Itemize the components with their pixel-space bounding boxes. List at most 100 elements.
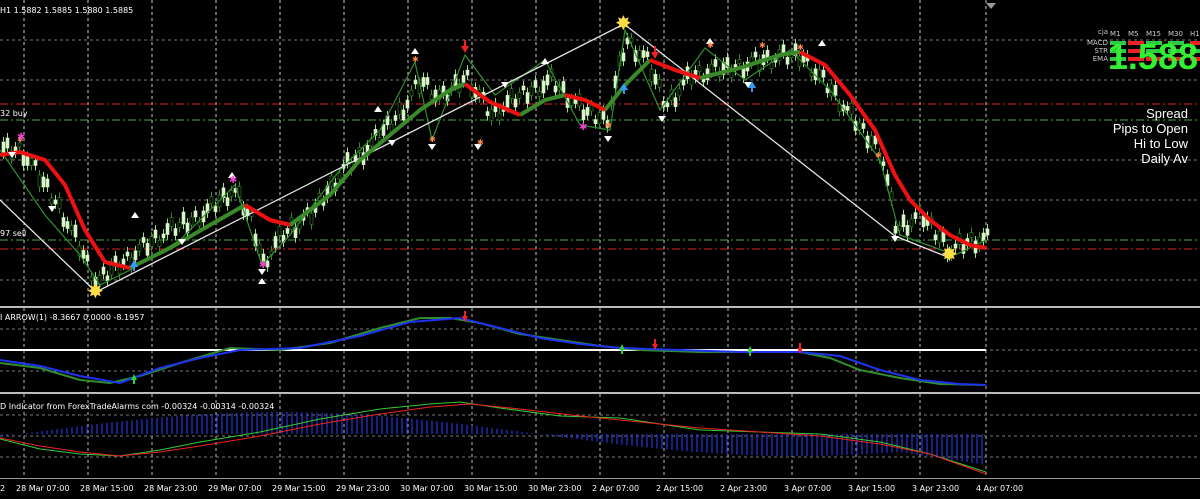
time-axis-label: 3 Apr 15:00 xyxy=(848,484,896,493)
time-axis-label: 29 Mar 23:00 xyxy=(336,484,390,493)
signal-arrow-icon xyxy=(658,116,666,122)
oscillator-blue-line xyxy=(0,316,987,386)
current-price: 1.588 xyxy=(1107,36,1198,77)
candle xyxy=(525,92,530,104)
candle xyxy=(37,174,42,188)
time-axis-label: 30 Mar 15:00 xyxy=(464,484,518,493)
candle xyxy=(913,212,918,219)
candle xyxy=(225,197,230,206)
candle xyxy=(597,112,602,124)
star-marker-icon: ✱ xyxy=(605,121,612,130)
signal-arrow-icon xyxy=(541,58,549,64)
candle xyxy=(85,254,90,262)
candle xyxy=(489,109,494,121)
candle xyxy=(29,158,34,166)
pivot-marker-icon: ✱ xyxy=(259,260,267,271)
candle xyxy=(753,51,758,58)
signal-arrow-icon xyxy=(428,144,436,150)
ema-down-segment xyxy=(649,58,701,80)
candle xyxy=(25,156,30,166)
time-axis-label: 28 Mar 15:00 xyxy=(80,484,134,493)
signal-arrow-icon xyxy=(411,48,419,54)
candle xyxy=(561,81,566,93)
candle xyxy=(309,213,314,225)
candle xyxy=(905,225,910,236)
sell-arrow-icon xyxy=(654,46,656,52)
candle xyxy=(21,154,26,166)
pivot-marker-icon: ✱ xyxy=(579,122,587,133)
signal-arrow-icon xyxy=(374,106,382,112)
daily-average-label: Daily Av xyxy=(1141,151,1188,166)
arrow-indicator-pane[interactable]: I ARROW(1) -8.3667 0.0000 -8.1957 xyxy=(0,308,1200,392)
candle xyxy=(601,110,606,120)
candle xyxy=(657,78,662,88)
star-marker-icon: ✱ xyxy=(875,151,882,160)
signal-arrow-icon xyxy=(604,136,612,142)
candle xyxy=(553,85,558,93)
candle xyxy=(105,275,110,282)
candle xyxy=(665,102,670,108)
candle xyxy=(585,107,590,116)
pair-label: cja xyxy=(1098,28,1109,36)
candle xyxy=(529,86,534,96)
candle xyxy=(145,243,150,256)
ema-down-segment xyxy=(799,50,987,250)
candle xyxy=(533,80,538,88)
candle xyxy=(521,85,526,91)
candle xyxy=(537,91,542,97)
signal-arrow-icon xyxy=(131,212,139,218)
macd-indicator-pane[interactable]: D Indicator from ForexTradeAlarms com -0… xyxy=(0,394,1200,478)
candle xyxy=(641,50,646,58)
candle xyxy=(197,221,202,227)
star-marker-icon: ✱ xyxy=(707,41,714,50)
candle xyxy=(277,226,282,236)
candle xyxy=(69,225,74,231)
scroll-marker-icon[interactable] xyxy=(986,3,996,9)
candle xyxy=(513,98,518,108)
candle xyxy=(161,233,166,239)
time-axis-label: 2 Apr 23:00 xyxy=(720,484,768,493)
star-marker-icon: ✱ xyxy=(412,55,419,64)
candle xyxy=(653,73,658,85)
buy-arrow-icon xyxy=(623,89,625,94)
osc-up-arrow-icon xyxy=(747,346,753,356)
signal-row-label: MACD xyxy=(1087,39,1108,47)
candle xyxy=(485,111,490,116)
candle xyxy=(861,123,866,129)
candle xyxy=(637,50,642,60)
candle xyxy=(125,251,130,257)
macd-main-line xyxy=(0,401,987,473)
candle xyxy=(709,63,714,74)
candle xyxy=(849,102,854,115)
candle xyxy=(857,122,862,131)
candle xyxy=(57,197,62,209)
candle xyxy=(465,69,470,76)
ema-up-segment xyxy=(129,203,246,270)
candle xyxy=(901,214,906,228)
star-marker-icon: ✱ xyxy=(759,41,766,50)
candle xyxy=(593,119,598,124)
arrow-indicator-canvas[interactable] xyxy=(0,308,1200,392)
time-axis-label: 30 Mar 23:00 xyxy=(528,484,582,493)
candle xyxy=(893,225,898,234)
star-marker-icon: ✱ xyxy=(797,43,804,52)
candle xyxy=(869,135,874,147)
star-marker-icon: ✱ xyxy=(477,138,484,147)
fractal-star-icon: ✸ xyxy=(87,279,104,303)
price-chart-pane[interactable]: ✱ ✱ ✱ ✱ ✱ ✱ ✱ ✱ ✱ ✱ ✱ ✱ ✱ ✸ ✸ ✸ H1 1.5882 1.5885 1.5880… xyxy=(0,0,1200,306)
candle xyxy=(41,176,46,188)
osc-up-arrow-icon xyxy=(131,374,137,384)
signal-row-label: EMA xyxy=(1092,55,1108,63)
time-axis: 2 28 Mar 07:00 28 Mar 15:00 28 Mar 23:00 29 … xyxy=(0,480,1200,499)
candle xyxy=(405,99,410,109)
candle xyxy=(737,59,742,64)
ema-up-segment xyxy=(288,82,466,227)
price-chart-canvas[interactable]: ✱✱ ✱✱ ✱ ✱✱✱✱✱✱✱✱✸✸✸ xyxy=(0,0,1200,306)
signal-arrow-icon xyxy=(818,40,826,46)
signal-arrow-icon xyxy=(48,206,56,212)
candle xyxy=(73,224,78,238)
candle xyxy=(673,97,678,107)
candle xyxy=(429,94,434,100)
candle xyxy=(881,161,886,166)
candle xyxy=(517,92,522,99)
